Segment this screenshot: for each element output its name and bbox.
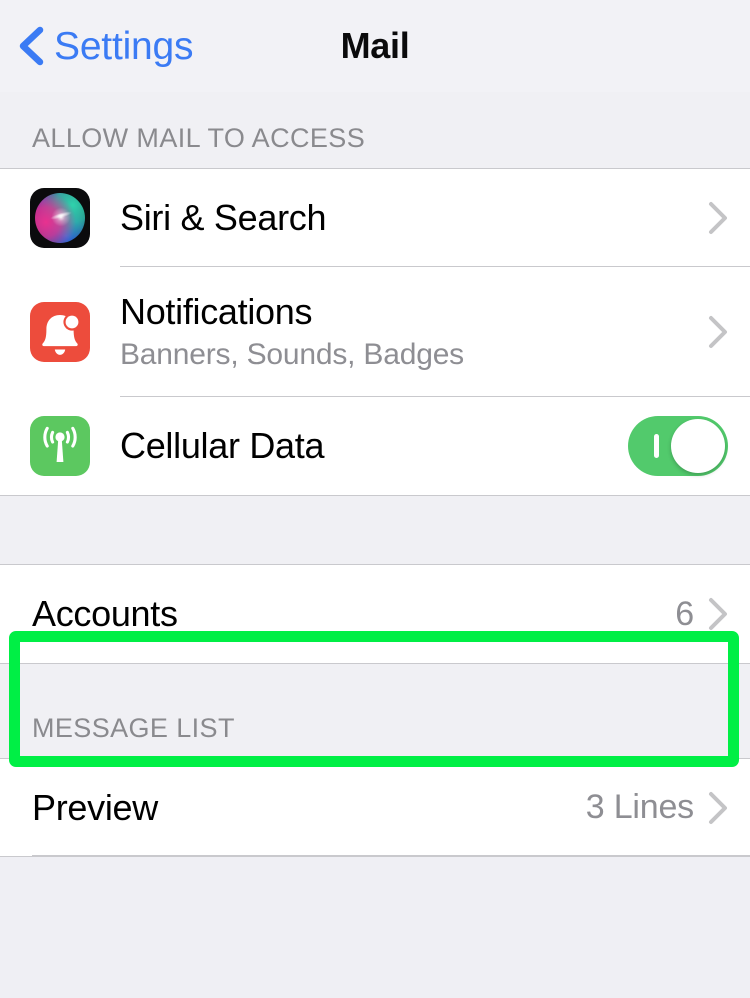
back-button[interactable]: Settings — [14, 24, 194, 68]
row-title: Notifications — [120, 291, 313, 333]
row-icon-container — [0, 416, 120, 476]
chevron-right-icon — [709, 316, 727, 348]
cellular-data-toggle[interactable] — [628, 416, 728, 476]
row-text-container: Siri & Search — [120, 197, 708, 238]
chevron-right-icon — [709, 202, 727, 234]
row-title: Cellular Data — [120, 425, 325, 467]
navigation-bar: Settings Mail — [0, 0, 750, 92]
chevron-left-icon — [19, 26, 44, 66]
row-siri-and-search[interactable]: Siri & Search — [0, 169, 750, 267]
bell-glyph — [42, 313, 81, 355]
row-icon-container — [0, 188, 120, 248]
settings-group-message-list: Preview 3 Lines — [0, 758, 750, 857]
row-title: Siri & Search — [120, 197, 327, 239]
row-value: 6 — [675, 594, 694, 633]
section-header-message-list: MESSAGE LIST — [0, 696, 750, 758]
row-preview[interactable]: Preview 3 Lines — [0, 759, 750, 856]
toggle-knob[interactable] — [671, 419, 725, 473]
row-cellular-data[interactable]: Cellular Data — [0, 397, 750, 495]
row-text-container: Notifications Banners, Sounds, Badges — [120, 291, 708, 372]
cellular-antenna-icon — [30, 416, 90, 476]
settings-group-accounts: Accounts 6 — [0, 564, 750, 664]
section-header-allow-mail-to-access: ALLOW MAIL TO ACCESS — [0, 92, 750, 168]
row-subtitle: Banners, Sounds, Badges — [120, 337, 464, 371]
section-gap — [0, 496, 750, 564]
row-text-container: Accounts — [0, 593, 675, 634]
row-icon-container — [0, 302, 120, 362]
row-title: Accounts — [32, 593, 178, 635]
notifications-bell-icon — [30, 302, 90, 362]
chevron-right-icon — [709, 598, 727, 630]
siri-icon — [30, 188, 90, 248]
row-notifications[interactable]: Notifications Banners, Sounds, Badges — [0, 267, 750, 397]
row-value: 3 Lines — [585, 788, 694, 826]
row-text-container: Cellular Data — [120, 425, 628, 466]
row-separator — [32, 855, 750, 856]
back-button-label: Settings — [54, 24, 194, 68]
settings-group-allow-access: Siri & Search Notifications Banners, Sou… — [0, 168, 750, 496]
toggle-on-indicator — [654, 434, 659, 458]
row-accounts[interactable]: Accounts 6 — [0, 565, 750, 663]
row-title: Preview — [32, 786, 158, 828]
chevron-right-icon — [709, 791, 727, 824]
section-gap — [0, 664, 750, 696]
antenna-glyph — [43, 426, 77, 462]
row-text-container: Preview — [0, 787, 586, 828]
